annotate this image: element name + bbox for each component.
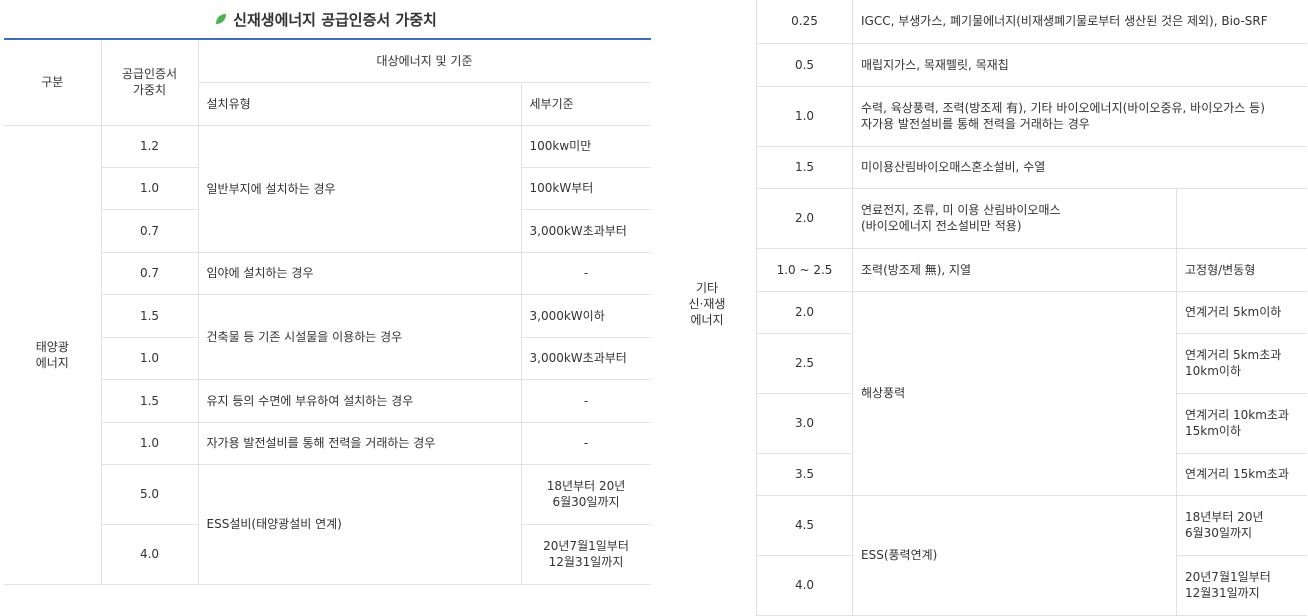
weight-cell: 3.5 bbox=[756, 452, 853, 496]
weight-cell: 5.0 bbox=[101, 463, 199, 525]
detail-cell: 18년부터 20년 6월30일까지 bbox=[1176, 494, 1307, 556]
target-cell: 수력, 육상풍력, 조력(방조제 有), 기타 바이오에너지(바이오중유, 바이… bbox=[852, 85, 1307, 147]
install-type-cell: 건축물 등 기존 시설물을 이용하는 경우 bbox=[197, 293, 522, 380]
header-install-type: 설치유형 bbox=[198, 81, 522, 126]
leaf-icon bbox=[216, 14, 227, 24]
detail-cell: - bbox=[520, 251, 652, 295]
weight-cell: 0.25 bbox=[756, 0, 853, 44]
weight-cell: 1.5 bbox=[101, 378, 199, 423]
category-other-label: 기타 신·재생 에너지 bbox=[688, 281, 726, 327]
detail-cell: 100kw미만 bbox=[520, 124, 652, 168]
install-type-cell: 유지 등의 수면에 부유하여 설치하는 경우 bbox=[197, 378, 522, 423]
target-cell: 조력(방조제 無), 지열 bbox=[852, 247, 1177, 292]
target-cell: 해상풍력 bbox=[852, 290, 1177, 496]
target-cell: ESS(풍력연계) bbox=[852, 494, 1177, 616]
weight-cell: 1.2 bbox=[100, 124, 199, 168]
weight-cell: 4.0 bbox=[756, 554, 853, 616]
install-type-cell: ESS설비(태양광설비 연계) bbox=[197, 463, 522, 585]
install-type-cell: 일반부지에 설치하는 경우 bbox=[197, 124, 522, 253]
page-title-text: 신재생에너지 공급인증서 가중치 bbox=[233, 10, 437, 29]
detail-cell: 3,000kW초과부터 bbox=[520, 336, 652, 380]
weight-cell: 1.5 bbox=[756, 145, 853, 189]
detail-cell: 3,000kW초과부터 bbox=[520, 208, 652, 253]
detail-cell: 고정형/변동형 bbox=[1176, 247, 1307, 292]
target-cell: 미이용산림바이오매스혼소설비, 수열 bbox=[852, 145, 1307, 189]
weight-cell: 1.0 ~ 2.5 bbox=[756, 247, 853, 292]
weight-cell: 4.5 bbox=[756, 494, 853, 556]
other-renewable-weight-table: 0.25 IGCC, 부생가스, 폐기물에너지(비재생폐기물로부터 생산된 것은… bbox=[756, 0, 1307, 616]
weight-cell: 1.0 bbox=[101, 421, 199, 465]
detail-cell: 18년부터 20년 6월30일까지 bbox=[520, 463, 652, 525]
target-cell: 매립지가스, 목재펠릿, 목재칩 bbox=[852, 42, 1307, 87]
detail-cell: 연계거리 15km초과 bbox=[1176, 452, 1307, 496]
category-other: 기타 신·재생 에너지 bbox=[658, 0, 756, 600]
weight-cell: 0.5 bbox=[756, 42, 853, 87]
detail-cell: 연계거리 10km초과 15km이하 bbox=[1176, 392, 1307, 454]
install-type-cell: 자가용 발전설비를 통해 전력을 거래하는 경우 bbox=[197, 421, 522, 465]
weight-cell: 0.7 bbox=[101, 251, 199, 295]
weight-cell: 1.0 bbox=[101, 336, 199, 380]
header-category: 구분 bbox=[4, 40, 102, 126]
target-cell: IGCC, 부생가스, 폐기물에너지(비재생폐기물로부터 생산된 것은 제외),… bbox=[852, 0, 1307, 44]
detail-cell: 3,000kW이하 bbox=[520, 293, 652, 338]
header-weight: 공급인증서 가중치 bbox=[100, 40, 199, 126]
weight-cell: 3.0 bbox=[756, 392, 853, 454]
detail-cell: 20년7월1일부터 12월31일까지 bbox=[520, 523, 652, 585]
target-cell: 연료전지, 조류, 미 이용 산림바이오매스 (바이오에너지 전소설비만 적용) bbox=[852, 187, 1177, 249]
detail-cell: 100kW부터 bbox=[520, 166, 652, 210]
detail-cell-empty bbox=[1176, 187, 1307, 249]
category-solar: 태양광 에너지 bbox=[4, 124, 102, 585]
detail-cell: 연계거리 5km초과 10km이하 bbox=[1176, 332, 1307, 394]
detail-cell: - bbox=[520, 421, 652, 465]
header-detail: 세부기준 bbox=[520, 81, 652, 126]
page-title: 신재생에너지 공급인증서 가중치 bbox=[0, 0, 652, 38]
weight-cell: 0.7 bbox=[101, 208, 199, 253]
header-target: 대상에너지 및 기준 bbox=[197, 40, 652, 83]
weight-cell: 1.0 bbox=[101, 166, 199, 210]
weight-cell: 2.0 bbox=[756, 187, 853, 249]
detail-cell: 연계거리 5km이하 bbox=[1176, 290, 1307, 334]
solar-weight-table: 구분 공급인증서 가중치 대상에너지 및 기준 설치유형 세부기준 태양광 에너… bbox=[4, 40, 652, 585]
weight-cell: 2.5 bbox=[756, 332, 853, 394]
weight-cell: 1.0 bbox=[756, 85, 853, 147]
install-type-cell: 임야에 설치하는 경우 bbox=[197, 251, 522, 295]
weight-cell: 1.5 bbox=[101, 293, 199, 338]
column-gap bbox=[651, 0, 658, 600]
weight-cell: 4.0 bbox=[101, 523, 199, 585]
detail-cell: 20년7월1일부터 12월31일까지 bbox=[1176, 554, 1307, 616]
detail-cell: - bbox=[520, 378, 652, 423]
weight-cell: 2.0 bbox=[756, 290, 853, 334]
